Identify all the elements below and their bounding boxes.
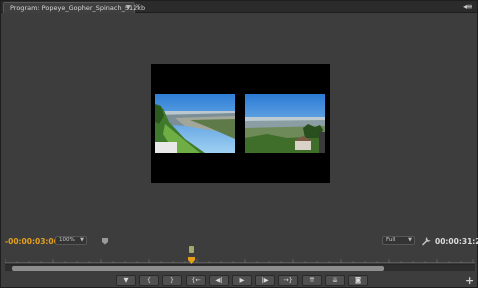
program-tab[interactable]: Program: Popeye_Gopher_Spinach_512kb ▼ [3, 2, 145, 13]
chevron-down-icon: ▼ [80, 237, 84, 243]
zoom-level-value: 100% [59, 237, 75, 243]
mark-out-button[interactable]: } [162, 275, 182, 286]
zoom-scroll-bar[interactable] [12, 266, 384, 271]
panel-tab-bar: Program: Popeye_Gopher_Spinach_512kb ▼ ×… [1, 1, 477, 13]
playback-resolution-select[interactable]: Full ▼ [382, 236, 415, 245]
go-to-in-button[interactable]: {← [186, 275, 206, 286]
zoom-level-select[interactable]: 100% ▼ [55, 236, 87, 245]
current-timecode[interactable]: -00:00:03:06 [5, 237, 59, 246]
go-to-out-button[interactable]: →} [278, 275, 298, 286]
mark-in-button[interactable]: { [139, 275, 159, 286]
step-forward-button[interactable]: |▶ [255, 275, 275, 286]
lift-button[interactable]: ⇈ [302, 275, 322, 286]
chevron-down-icon: ▼ [408, 237, 412, 243]
export-frame-button[interactable]: ◙ [348, 275, 368, 286]
time-ruler[interactable] [5, 253, 475, 263]
safe-margins-icon[interactable] [101, 237, 109, 245]
video-frame-left-image [155, 94, 235, 153]
dropdown-arrow-icon[interactable]: ▼ [126, 4, 131, 12]
extract-button[interactable]: ⇊ [325, 275, 345, 286]
tab-title: Program: Popeye_Gopher_Spinach_512kb [10, 4, 146, 12]
panel-menu-icon[interactable]: ◂≡ [463, 2, 473, 11]
playhead[interactable] [188, 257, 195, 264]
program-viewer[interactable] [151, 64, 330, 183]
wrench-icon[interactable] [421, 236, 431, 246]
step-back-button[interactable]: ◀| [209, 275, 229, 286]
program-monitor-panel: Program: Popeye_Gopher_Spinach_512kb ▼ ×… [0, 0, 478, 288]
add-marker-button[interactable]: ▼ [116, 275, 136, 286]
button-editor-add-button[interactable]: + [465, 275, 474, 286]
playback-resolution-value: Full [386, 237, 396, 243]
close-icon[interactable]: × [135, 2, 141, 11]
play-button[interactable]: ▶ [232, 275, 252, 286]
video-frame-right-image [245, 94, 325, 153]
zoom-scroll-track[interactable] [5, 264, 475, 271]
in-point-marker[interactable] [189, 246, 194, 253]
duration-timecode: 00:00:31:23 [435, 237, 478, 246]
